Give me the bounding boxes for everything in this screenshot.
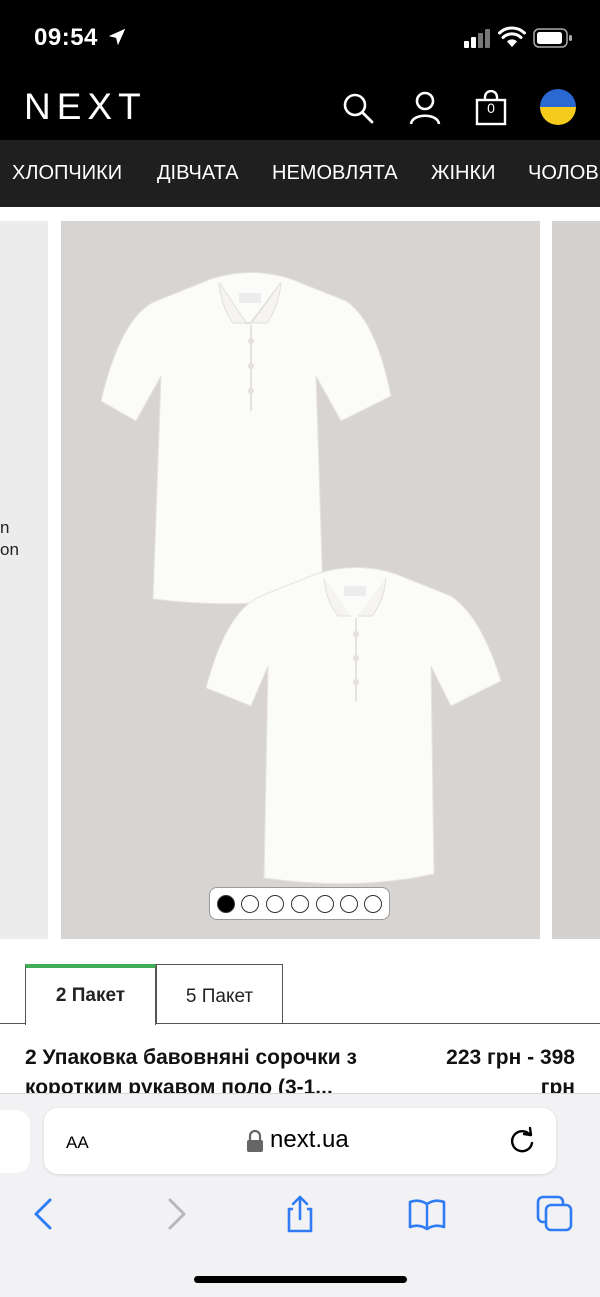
- bookmarks-icon[interactable]: [407, 1194, 447, 1234]
- ukraine-flag-icon[interactable]: [540, 89, 576, 125]
- bag-button[interactable]: 0: [473, 89, 509, 126]
- gallery-dot[interactable]: [340, 895, 358, 913]
- reload-icon[interactable]: [508, 1126, 536, 1156]
- reader-aa-button[interactable]: AA: [66, 1127, 89, 1155]
- prev-card-text-1: n: [0, 518, 10, 537]
- gallery-pagination: [209, 887, 390, 920]
- prev-card-text-2: on: [0, 540, 19, 559]
- product-title: 2 Упаковка бавовняні сорочки з коротким …: [25, 1046, 357, 1093]
- wifi-icon: [498, 26, 526, 47]
- status-time: 09:54: [34, 24, 98, 51]
- browser-toolbar: AA next.ua: [0, 1093, 600, 1297]
- location-arrow-icon: [108, 28, 126, 46]
- category-men[interactable]: ЧОЛОВ: [528, 162, 599, 185]
- site-header: NEXT 0: [0, 78, 600, 140]
- tab-2-pack[interactable]: 2 Пакет: [25, 964, 156, 1025]
- lock-icon: [247, 1129, 263, 1152]
- url-text: next.ua: [270, 1126, 349, 1153]
- product-price: 223 грн - 398 грн: [446, 1046, 575, 1093]
- main-product-image[interactable]: [61, 221, 540, 939]
- gallery-dot[interactable]: [316, 895, 334, 913]
- gallery-dot[interactable]: [217, 895, 235, 913]
- signal-icon: [464, 29, 490, 48]
- aa-label: AA: [66, 1133, 89, 1152]
- status-bar: 09:54: [0, 0, 600, 78]
- category-babies[interactable]: НЕМОВЛЯТА: [272, 162, 398, 185]
- next-image-card[interactable]: [552, 221, 600, 939]
- account-icon[interactable]: [407, 90, 443, 126]
- address-bar[interactable]: AA next.ua: [44, 1108, 556, 1174]
- home-indicator: [194, 1276, 407, 1283]
- gallery-dot[interactable]: [266, 895, 284, 913]
- next-logo[interactable]: NEXT: [24, 86, 147, 128]
- share-icon[interactable]: [280, 1194, 320, 1234]
- category-girls[interactable]: ДІВЧАТА: [157, 162, 239, 185]
- gallery-dot[interactable]: [291, 895, 309, 913]
- search-icon[interactable]: [340, 90, 376, 126]
- back-icon[interactable]: [24, 1194, 64, 1234]
- gallery-dot[interactable]: [241, 895, 259, 913]
- active-tab-gap: [26, 1022, 155, 1025]
- forward-icon[interactable]: [156, 1194, 196, 1234]
- category-nav: ХЛОПЧИКИ ДІВЧАТА НЕМОВЛЯТА ЖІНКИ ЧОЛОВ: [0, 140, 600, 207]
- bag-count: 0: [487, 100, 495, 116]
- category-boys[interactable]: ХЛОПЧИКИ: [12, 162, 122, 185]
- polo-shirt-image-2: [206, 567, 502, 885]
- pack-size-tabs: 2 Пакет 5 Пакет: [0, 942, 600, 1025]
- tabs-icon[interactable]: [535, 1194, 575, 1234]
- previous-tab-preview[interactable]: [0, 1110, 30, 1173]
- gallery-dot[interactable]: [364, 895, 382, 913]
- product-gallery[interactable]: n on: [0, 207, 600, 942]
- category-women[interactable]: ЖІНКИ: [431, 162, 496, 185]
- battery-icon: [533, 28, 572, 48]
- tab-5-pack[interactable]: 5 Пакет: [156, 964, 283, 1024]
- previous-image-card[interactable]: n on: [0, 221, 48, 939]
